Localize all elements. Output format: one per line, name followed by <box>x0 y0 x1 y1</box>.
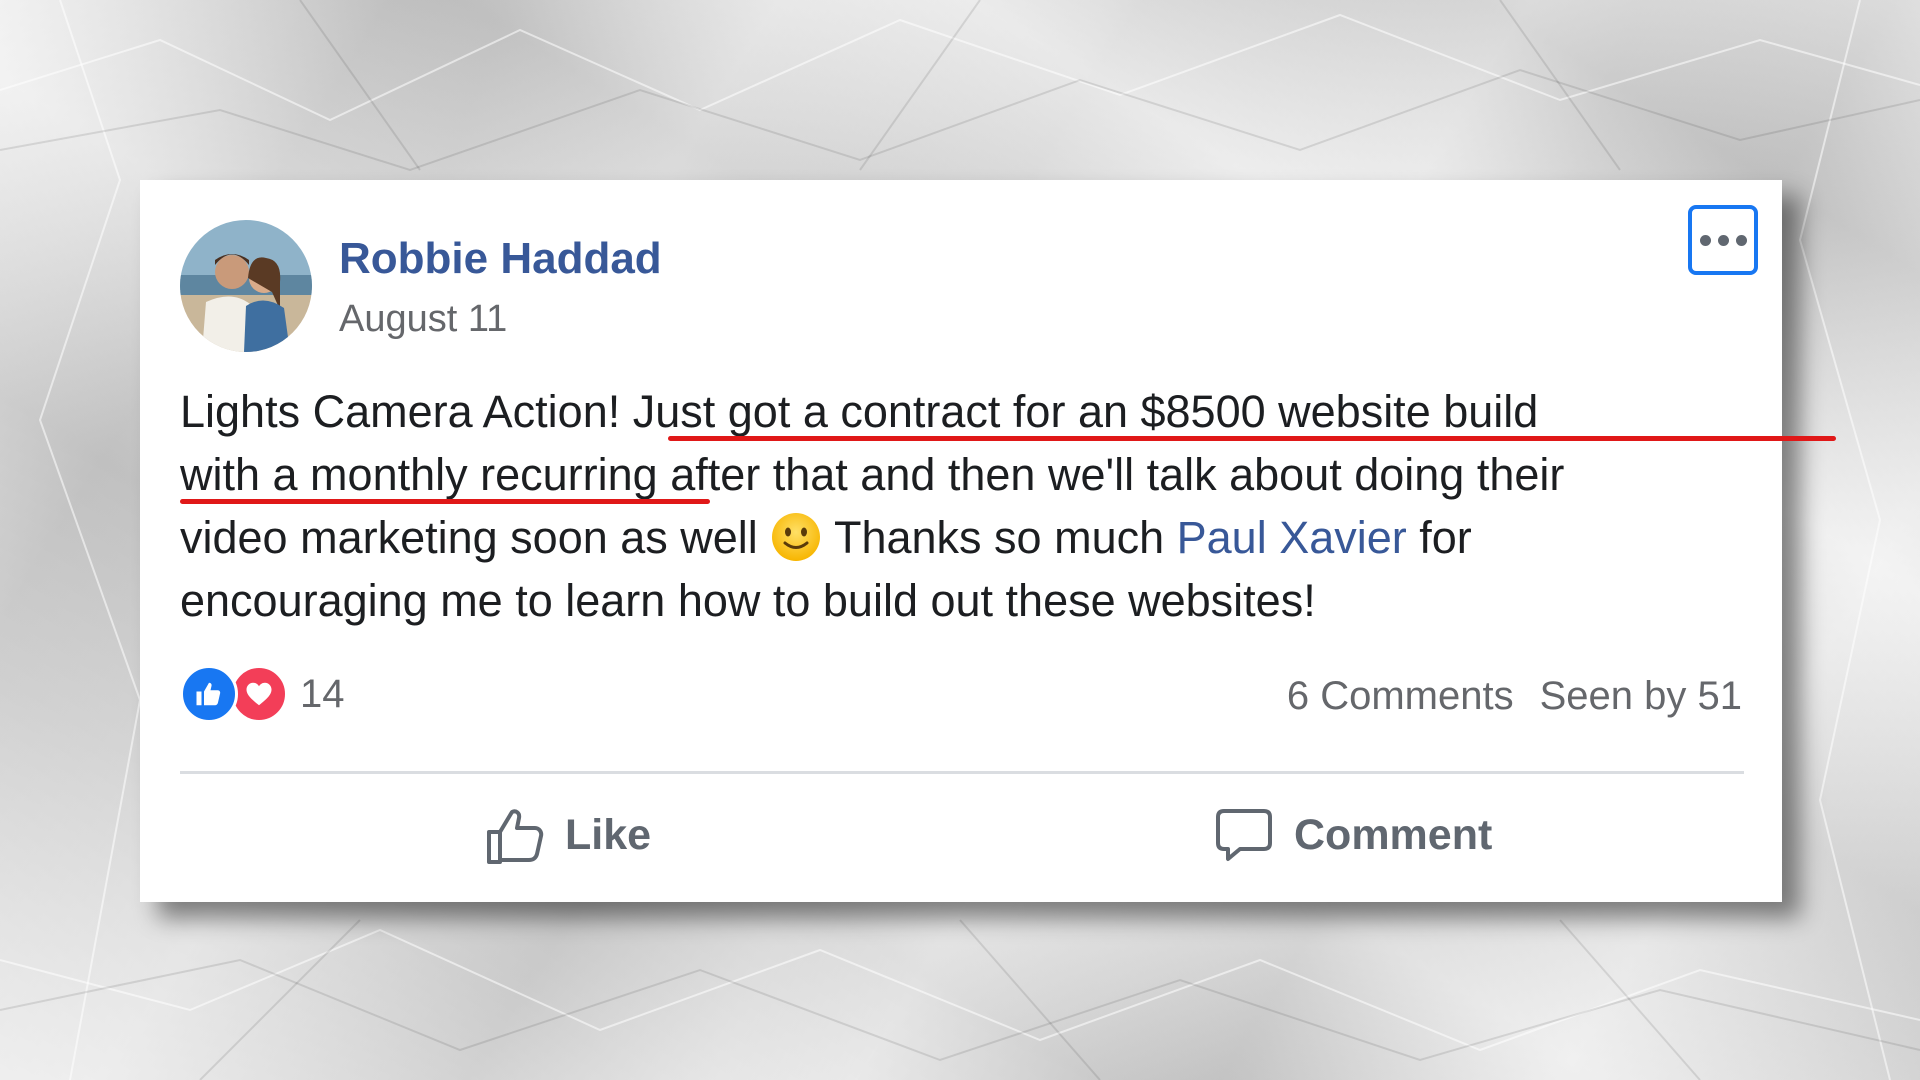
comments-count-link[interactable]: 6 Comments <box>1287 674 1514 719</box>
post-timestamp[interactable]: August 11 <box>339 298 507 341</box>
post-text-segment: Thanks so much <box>822 512 1177 563</box>
author-name-link[interactable]: Robbie Haddad <box>339 234 662 284</box>
author-avatar[interactable] <box>180 220 312 352</box>
facebook-post-card: Robbie Haddad August 11 Lights Camera Ac… <box>140 180 1836 902</box>
red-underline-annotation <box>180 499 710 504</box>
more-options-icon-dot <box>1735 234 1747 246</box>
post-text-segment: encouraging me to learn how to build out… <box>180 575 1316 626</box>
comment-bubble-icon <box>1216 809 1272 861</box>
couple-photo-avatar-icon <box>180 220 312 352</box>
slightly-smiling-face-emoji-icon <box>772 513 821 561</box>
post-stats: 6 Comments Seen by 51 <box>1287 674 1742 719</box>
thumbs-up-outline-icon <box>487 809 544 864</box>
like-button[interactable]: Like <box>485 796 651 874</box>
highlighted-text: with a monthly recurring <box>180 449 658 500</box>
post-text-line: video marketing soon as well Thanks so m… <box>180 506 1472 569</box>
highlighted-text: Just got a contract for an $8500 website… <box>632 386 1539 437</box>
post-text-segment: Lights Camera Action! <box>180 386 633 437</box>
seen-by-count[interactable]: Seen by 51 <box>1540 674 1742 719</box>
post-text-line: encouraging me to learn how to build out… <box>180 569 1316 632</box>
comment-button[interactable]: Comment <box>1214 796 1492 874</box>
post-text-line: Lights Camera Action! Just got a contrac… <box>180 380 1538 443</box>
love-reaction-icon <box>230 665 288 723</box>
comment-button-label: Comment <box>1294 810 1493 859</box>
post-text-segment: after that and then we'll talk about doi… <box>657 449 1565 500</box>
more-options-icon <box>1699 234 1711 246</box>
like-button-label: Like <box>565 810 652 859</box>
actions-divider <box>180 771 1744 774</box>
more-options-button[interactable] <box>1688 205 1758 275</box>
post-text-segment: for <box>1406 512 1472 563</box>
reaction-count: 14 <box>300 671 345 716</box>
reactions-summary[interactable]: 14 <box>180 664 345 724</box>
red-underline-annotation <box>668 436 1836 441</box>
like-reaction-icon <box>180 665 238 723</box>
post-text-segment: video marketing soon as well <box>180 512 771 563</box>
more-options-icon-dot <box>1717 234 1729 246</box>
post-text-line: with a monthly recurring after that and … <box>180 443 1564 506</box>
mention-paul-xavier-link[interactable]: Paul Xavier <box>1177 512 1407 563</box>
